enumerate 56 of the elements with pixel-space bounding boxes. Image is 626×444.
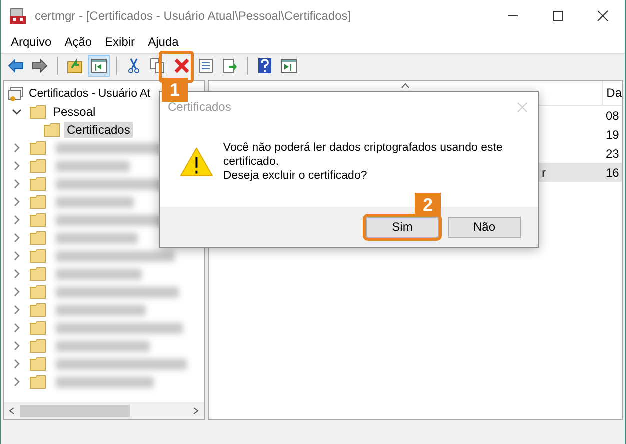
- folder-icon: [30, 303, 46, 317]
- toolbox-icon: [9, 6, 27, 24]
- delete-icon: [174, 58, 190, 74]
- step-badge: 1: [162, 78, 188, 102]
- menu-item[interactable]: Ação: [64, 35, 92, 49]
- toolbar-button[interactable]: [88, 55, 110, 77]
- dialog-message: Deseja excluir o certificado?: [223, 168, 368, 182]
- folder-icon: [30, 375, 46, 389]
- horizontal-scrollbar[interactable]: [4, 402, 204, 419]
- folder-icon: [30, 285, 46, 299]
- folder-icon: [30, 177, 46, 191]
- sort-up-icon: [400, 83, 410, 89]
- dialog-title: Certificados: [168, 100, 232, 114]
- tree-item[interactable]: Certificados - Usuário At: [28, 87, 152, 101]
- scissors-icon: [127, 58, 141, 74]
- folder-icon: [30, 159, 46, 173]
- table-cell: r: [542, 166, 546, 180]
- properties-icon: [198, 58, 214, 74]
- maximize-icon[interactable]: [552, 10, 564, 22]
- folder-icon: [44, 123, 60, 137]
- column-header[interactable]: Da: [602, 81, 622, 105]
- certificate-store-icon: [8, 86, 24, 102]
- folder-icon: [30, 249, 46, 263]
- window-title: certmgr - [Certificados - Usuário Atual\Pessoal\Certificados]: [35, 8, 352, 22]
- menu-item[interactable]: Arquivo: [11, 35, 52, 49]
- export-icon: [222, 58, 238, 74]
- step-badge: 2: [415, 193, 441, 217]
- dialog-button[interactable]: Não: [448, 216, 521, 238]
- warning-icon: [180, 146, 214, 176]
- folder-icon: [30, 195, 46, 209]
- action-pane-icon: [281, 59, 297, 73]
- menu-item[interactable]: Exibir: [105, 35, 136, 49]
- tree-item[interactable]: Pessoal: [50, 104, 99, 120]
- copy-icon: [150, 58, 166, 74]
- chevron-down-icon[interactable]: [12, 107, 22, 117]
- folder-icon: [30, 267, 46, 281]
- folder-up-icon: [67, 58, 83, 74]
- folder-icon: [30, 321, 46, 335]
- folder-icon: [30, 231, 46, 245]
- tree-item[interactable]: Certificados: [64, 122, 134, 138]
- table-cell-text: 19: [605, 128, 620, 142]
- folder-icon: [30, 141, 46, 155]
- scroll-left-icon[interactable]: [8, 406, 16, 414]
- folder-icon: [30, 105, 46, 119]
- console-tree-icon: [91, 59, 107, 73]
- help-icon: [258, 58, 272, 74]
- folder-icon: [30, 357, 46, 371]
- scroll-right-icon[interactable]: [192, 406, 200, 414]
- folder-icon: [30, 339, 46, 353]
- folder-icon: [30, 213, 46, 227]
- forward-arrow-icon: [32, 59, 48, 73]
- close-icon[interactable]: [597, 10, 609, 22]
- dialog-message: Você não poderá ler dados criptografados usando este certificado.: [223, 140, 504, 168]
- table-cell-text: 16: [605, 166, 620, 180]
- menu-item[interactable]: Ajuda: [148, 35, 179, 49]
- back-arrow-icon: [8, 59, 24, 73]
